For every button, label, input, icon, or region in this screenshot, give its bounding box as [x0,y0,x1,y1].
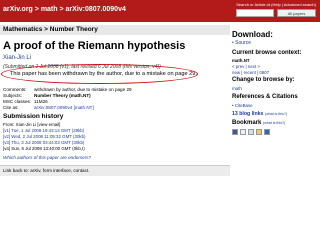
search-scope-select[interactable]: All papers [277,9,316,17]
prev-next-links[interactable]: < prev | next > [232,64,260,69]
change-browse-title: Change to browse by: [232,77,295,83]
search-help-links[interactable]: Search or Article-id (Help | Advanced se… [236,2,316,7]
new-recent-links[interactable]: new | recent | 0807 [232,70,269,75]
footer-links[interactable]: Link back to: arXiv, form interface, con… [3,168,89,173]
subject-bar: Mathematics > Number Theory [0,25,230,35]
meta-key: Cite as: [3,105,19,110]
bookmark-icon[interactable] [248,129,254,135]
breadcrumb-paper-id: arXiv:0807.0090v4 [65,6,126,13]
meta-value: 11M26 [34,99,48,104]
paper-title: A proof of the Riemann hypothesis [3,40,186,52]
meta-value: Number Theory (math.NT) [34,93,91,98]
bookmark-icon[interactable] [232,129,238,135]
footer-bar: Link back to: arXiv, form interface, con… [0,165,230,176]
bookmark-icons [232,129,270,135]
submission-history-title: Submission history [3,113,64,120]
history-version-current: [v4] Sun, 6 Jul 2008 13:40:00 GMT (0kb,I… [3,146,85,151]
red-highlight-oval [1,64,198,84]
breadcrumb-math[interactable]: math [41,6,58,13]
bookmark-icon[interactable] [256,129,262,135]
blog-links-label[interactable]: 13 blog links [232,111,263,117]
meta-value: withdrawn by author, due to mistake on p… [34,87,132,92]
subject-breadcrumb: Mathematics > Number Theory [3,26,98,33]
metadata-table: Comments: withdrawn by author, due to mis… [3,87,132,111]
endorsers-link[interactable]: Which authors of this paper are endorser… [3,155,91,160]
search-input[interactable] [236,9,274,17]
bookmark-section: Bookmark (what is this?) [232,120,285,126]
bookmark-icon[interactable] [240,129,246,135]
cite-link[interactable]: arXiv:0807.0090v4 [math.NT] [34,105,94,110]
breadcrumb-separator: > [57,6,66,13]
breadcrumb-arxiv[interactable]: arXiv.org [3,6,33,13]
submission-history: From: Xian-Jin Li [view email] [v1] Tue,… [3,122,86,152]
blog-help-link[interactable]: (what is this?) [265,112,287,116]
breadcrumb-separator: > [32,6,41,13]
bookmark-title: Bookmark [232,120,262,126]
download-source-link[interactable]: • Source [232,40,251,46]
bookmark-help-link[interactable]: (what is this?) [263,121,285,125]
blog-links[interactable]: 13 blog links (what is this?) [232,111,287,117]
browse-math-link[interactable]: math [232,86,242,91]
site-header: arXiv.org > math > arXiv:0807.0090v4 Sea… [0,0,320,22]
bookmark-icon[interactable] [264,129,270,135]
browse-context-value: math.NT [232,58,250,63]
meta-row-cite: Cite as: arXiv:0807.0090v4 [math.NT] [3,105,132,111]
references-title: References & Citations [232,94,298,100]
browse-context-title: Current browse context: [232,50,302,56]
paper-author-link[interactable]: Xian-Jin Li [3,55,31,61]
download-title: Download: [232,30,273,39]
citebase-link[interactable]: • CiteBase [232,103,253,108]
breadcrumb: arXiv.org > math > arXiv:0807.0090v4 [3,6,126,13]
